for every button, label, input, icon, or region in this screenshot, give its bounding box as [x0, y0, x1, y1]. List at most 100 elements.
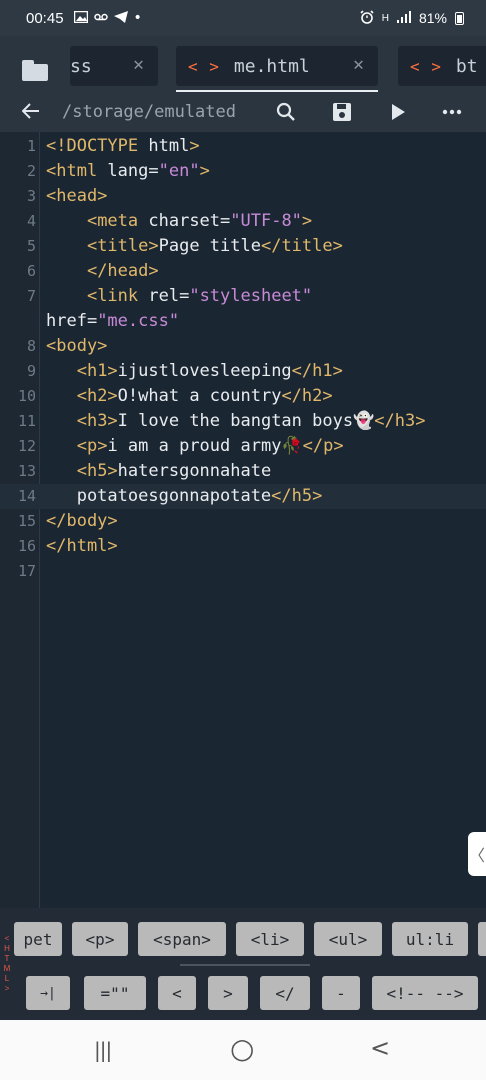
code-text: potatoesgonnapotate</h5>: [46, 486, 323, 506]
code-line[interactable]: href="me.css": [0, 309, 486, 334]
tab-label: ss: [70, 55, 92, 77]
code-text: <p>i am a proud army🥀</p>: [76, 436, 344, 456]
line-number: 10: [17, 387, 36, 405]
file-path: /storage/emulated: [62, 102, 236, 122]
code-line[interactable]: 12 <p>i am a proud army🥀</p>: [0, 434, 486, 459]
snippet-key[interactable]: <span>: [138, 922, 226, 956]
code-line[interactable]: 15 </body>: [0, 509, 486, 534]
navigation-bar: ||| ○ <: [0, 1020, 486, 1080]
code-line[interactable]: 14 potatoesgonnapotate</h5>: [0, 484, 486, 509]
snippet-key[interactable]: pet: [14, 922, 62, 956]
line-number: 11: [17, 412, 36, 430]
code-line[interactable]: 10 <h2>O!what a country</h2>: [0, 384, 486, 409]
code-line[interactable]: 7 <link rel="stylesheet": [0, 284, 486, 309]
line-number: 15: [17, 512, 36, 530]
line-number: 16: [17, 537, 36, 555]
code-line[interactable]: 17: [0, 559, 486, 584]
line-number: 5: [26, 237, 36, 255]
status-right: H 81%: [360, 9, 464, 27]
line-number: 8: [26, 337, 36, 355]
snippet-key[interactable]: <!-- -->: [372, 976, 478, 1010]
code-line[interactable]: 9 <h1>ijustlovesleeping</h1>: [0, 359, 486, 384]
side-letter: M: [3, 964, 11, 973]
line-number: 13: [17, 462, 36, 480]
code-line[interactable]: 16 </html>: [0, 534, 486, 559]
snippet-key[interactable]: <ul>: [314, 922, 382, 956]
tab-me-html[interactable]: < > me.html ✕: [176, 46, 378, 86]
line-number: 12: [17, 437, 36, 455]
code-text: <body>: [46, 336, 108, 356]
line-number: 14: [17, 487, 36, 505]
snippet-key[interactable]: ="": [84, 976, 146, 1010]
line-number: 17: [17, 562, 36, 580]
play-icon[interactable]: [386, 100, 410, 124]
snippet-key[interactable]: ul:li: [392, 922, 468, 956]
line-number: 2: [26, 162, 36, 180]
code-text: </head>: [86, 261, 159, 281]
code-icon: < >: [188, 56, 220, 76]
code-line[interactable]: 3 <head>: [0, 184, 486, 209]
battery-level: 81%: [418, 10, 447, 26]
code-text: <title>Page title</title>: [86, 236, 343, 256]
tab-bts[interactable]: < > bt: [398, 46, 486, 86]
drawer-handle-icon[interactable]: 〈: [468, 832, 486, 876]
alarm-icon: [360, 9, 374, 27]
search-icon[interactable]: [274, 100, 298, 124]
snippet-key[interactable]: </: [260, 976, 310, 1010]
code-text: <head>: [46, 186, 108, 206]
code-editor[interactable]: 1 <!DOCTYPE html> 2 <html lang="en"> 3 <head>…: [0, 132, 486, 908]
save-icon[interactable]: [330, 100, 354, 124]
line-number: 9: [26, 362, 36, 380]
code-line[interactable]: 2 <html lang="en">: [0, 159, 486, 184]
code-line[interactable]: 6 </head>: [0, 259, 486, 284]
snippet-divider: [180, 964, 310, 966]
code-text: <h1>ijustlovesleeping</h1>: [76, 361, 343, 381]
notification-icons: •: [73, 10, 142, 26]
voicemail-icon: [93, 11, 108, 26]
close-icon[interactable]: ✕: [133, 54, 144, 75]
code-text: <h2>O!what a country</h2>: [76, 386, 333, 406]
code-text: <h5>hatersgonnahate: [76, 461, 272, 481]
code-icon: < >: [410, 56, 442, 76]
back-arrow-icon[interactable]: [21, 100, 40, 124]
code-text: <h3>I love the bangtan boys👻</h3>: [76, 411, 426, 431]
line-number: 1: [26, 137, 36, 155]
tab-label: bt: [455, 55, 478, 77]
battery-icon: [455, 11, 464, 25]
side-letter: L: [4, 974, 10, 983]
code-line[interactable]: 1 <!DOCTYPE html>: [0, 134, 486, 159]
snippet-key[interactable]: <li>: [236, 922, 304, 956]
snippet-key[interactable]: >: [208, 976, 248, 1010]
side-letter: T: [4, 954, 10, 963]
code-line[interactable]: 13 <h5>hatersgonnahate: [0, 459, 486, 484]
snippet-key[interactable]: <: [158, 976, 196, 1010]
line-number: 4: [26, 212, 36, 230]
code-line[interactable]: 8 <body>: [0, 334, 486, 359]
folder-icon[interactable]: [22, 60, 48, 81]
snippet-key-partial[interactable]: [478, 922, 486, 956]
close-icon[interactable]: ✕: [353, 54, 364, 75]
code-text: </html>: [46, 536, 118, 556]
line-number: 6: [26, 262, 36, 280]
code-line[interactable]: 11 <h3>I love the bangtan boys👻</h3>: [0, 409, 486, 434]
more-icon[interactable]: [440, 100, 464, 124]
snippet-key[interactable]: <p>: [72, 922, 128, 956]
code-line[interactable]: 4 <meta charset="UTF-8">: [0, 209, 486, 234]
tab-key[interactable]: →|: [26, 976, 70, 1010]
code-text: <!DOCTYPE html>: [46, 136, 200, 156]
code-line[interactable]: 5 <title>Page title</title>: [0, 234, 486, 259]
code-text: <link rel="stylesheet": [86, 286, 313, 306]
telegram-icon: [113, 10, 128, 26]
path-bar: /storage/emulated: [0, 92, 486, 132]
back-icon[interactable]: <: [370, 1034, 390, 1062]
code-text: <meta charset="UTF-8">: [86, 211, 313, 231]
snippet-key[interactable]: -: [322, 976, 360, 1010]
dot-icon: •: [133, 10, 142, 26]
tabs-bar: ss ✕ < > me.html ✕ < > bt: [0, 36, 486, 92]
signal-icon: [396, 10, 411, 26]
line-number: 3: [26, 187, 36, 205]
home-icon[interactable]: ○: [230, 1032, 254, 1065]
tab-css[interactable]: ss ✕: [70, 46, 158, 86]
network-type: H: [381, 12, 389, 24]
recents-icon[interactable]: |||: [94, 1038, 112, 1062]
